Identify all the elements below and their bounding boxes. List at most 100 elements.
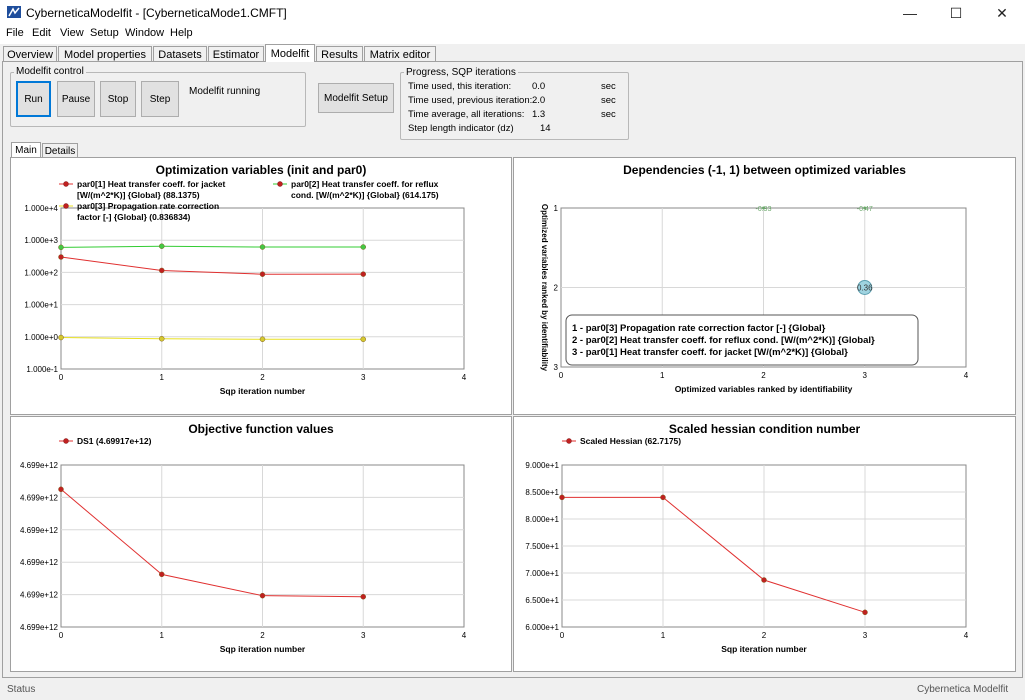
y-tick-label: 1.000e+3 bbox=[24, 236, 58, 245]
legend-entry: DS1 (4.69917e+12) bbox=[77, 436, 152, 446]
data-point bbox=[360, 336, 366, 343]
tab-results[interactable]: Results bbox=[316, 46, 363, 62]
progress-label: Time used, previous iteration: bbox=[408, 95, 533, 106]
dependencies-chart: Dependencies (-1, 1) between optimized v… bbox=[540, 163, 969, 394]
data-point bbox=[360, 271, 366, 277]
y-axis-label: Optimized variables ranked by identifiab… bbox=[540, 204, 549, 372]
x-axis-label: Sqp iteration number bbox=[220, 386, 306, 396]
subtab-details[interactable]: Details bbox=[42, 143, 78, 158]
progress-label: Time average, all iterations: bbox=[408, 109, 525, 120]
x-tick-label: 0 bbox=[59, 631, 64, 640]
legend-entry: 2 - par0[2] Heat transfer coeff. for ref… bbox=[572, 335, 875, 346]
data-point bbox=[360, 244, 366, 250]
menu-setup[interactable]: Setup bbox=[90, 27, 119, 39]
menu-file[interactable]: File bbox=[6, 27, 24, 39]
main-tab-strip: Overview Model properties Datasets Estim… bbox=[0, 44, 1025, 62]
progress-label: Step length indicator (dz) bbox=[408, 123, 514, 134]
dependency-label: -0.47 bbox=[857, 206, 873, 213]
x-tick-label: 3 bbox=[361, 631, 366, 640]
y-tick-label: 4.699e+12 bbox=[20, 526, 59, 535]
legend-entry: 3 - par0[1] Heat transfer coeff. for jac… bbox=[572, 347, 848, 358]
y-tick-label: 1.000e+0 bbox=[24, 333, 58, 342]
subtab-main[interactable]: Main bbox=[11, 142, 41, 157]
tab-matrix-editor[interactable]: Matrix editor bbox=[364, 46, 436, 62]
x-tick-label: 3 bbox=[863, 631, 868, 640]
data-point bbox=[58, 334, 64, 341]
y-tick-label: 8.500e+1 bbox=[525, 488, 559, 497]
menu-edit[interactable]: Edit bbox=[32, 27, 51, 39]
y-tick-label: 1 bbox=[554, 204, 559, 213]
chart-title: Optimization variables (init and par0) bbox=[156, 163, 367, 177]
y-tick-label: 6.500e+1 bbox=[525, 596, 559, 605]
chart-panel-optimization-variables: Optimization variables (init and par0) 0 1… bbox=[10, 157, 512, 415]
y-tick-label: 4.699e+12 bbox=[20, 558, 59, 567]
progress-unit: sec bbox=[601, 109, 616, 120]
chart-panel-dependencies: Dependencies (-1, 1) between optimized v… bbox=[513, 157, 1016, 415]
legend-entry: Scaled Hessian (62.7175) bbox=[580, 436, 681, 446]
x-tick-label: 4 bbox=[462, 373, 467, 382]
legend-marker bbox=[63, 203, 69, 209]
title-bar: CyberneticaModelfit - [CyberneticaMode1.… bbox=[0, 0, 1025, 26]
data-point bbox=[862, 609, 868, 616]
run-button[interactable]: Run bbox=[16, 81, 51, 117]
legend-entry: 1 - par0[3] Propagation rate correction … bbox=[572, 323, 826, 334]
data-point bbox=[259, 244, 266, 250]
y-tick-label: 4.699e+12 bbox=[20, 461, 59, 470]
tab-estimator[interactable]: Estimator bbox=[208, 46, 264, 62]
x-tick-label: 0 bbox=[59, 373, 64, 382]
tab-datasets[interactable]: Datasets bbox=[153, 46, 207, 62]
menu-view[interactable]: View bbox=[60, 27, 84, 39]
pause-button[interactable]: Pause bbox=[57, 81, 95, 117]
dependency-label: -0.93 bbox=[756, 206, 772, 213]
y-tick-label: 3 bbox=[554, 363, 559, 372]
chart-title: Dependencies (-1, 1) between optimized v… bbox=[623, 163, 906, 177]
tab-overview[interactable]: Overview bbox=[3, 46, 57, 62]
data-point bbox=[159, 267, 165, 274]
x-tick-label: 2 bbox=[761, 371, 766, 380]
y-tick-label: 8.000e+1 bbox=[525, 515, 559, 524]
x-tick-label: 1 bbox=[160, 631, 165, 640]
chart-title: Scaled hessian condition number bbox=[669, 422, 861, 436]
stop-button[interactable]: Stop bbox=[100, 81, 136, 117]
y-tick-label: 7.000e+1 bbox=[525, 569, 559, 578]
close-button[interactable]: ✕ bbox=[979, 0, 1025, 26]
menu-window[interactable]: Window bbox=[125, 27, 164, 39]
y-tick-label: 9.000e+1 bbox=[525, 461, 559, 470]
scaled-hessian-chart: Scaled hessian condition number 0 1 2 3 4 6.00… bbox=[525, 422, 969, 654]
maximize-button[interactable]: ☐ bbox=[933, 0, 979, 26]
legend-entry: par0[1] Heat transfer coeff. for jacket[… bbox=[77, 179, 225, 200]
data-point bbox=[259, 271, 266, 277]
x-tick-label: 3 bbox=[863, 371, 868, 380]
menu-help[interactable]: Help bbox=[170, 27, 193, 39]
progress-value: 0.0 bbox=[532, 81, 546, 92]
data-point bbox=[259, 336, 266, 342]
progress-unit: sec bbox=[601, 81, 616, 92]
x-tick-label: 2 bbox=[260, 373, 265, 382]
x-tick-label: 4 bbox=[964, 631, 969, 640]
x-tick-label: 0 bbox=[560, 631, 565, 640]
data-point bbox=[58, 486, 64, 493]
y-tick-label: 6.000e+1 bbox=[525, 623, 559, 632]
y-tick-label: 1.000e+1 bbox=[24, 301, 58, 310]
x-tick-label: 1 bbox=[160, 373, 165, 382]
legend-marker bbox=[277, 181, 283, 187]
step-button[interactable]: Step bbox=[141, 81, 179, 117]
progress-group-label: Progress, SQP iterations bbox=[404, 67, 518, 78]
tab-modelfit[interactable]: Modelfit bbox=[265, 44, 315, 62]
data-point bbox=[159, 335, 165, 342]
modelfit-setup-button[interactable]: Modelfit Setup bbox=[318, 83, 394, 113]
progress-value: 14 bbox=[540, 123, 551, 134]
objective-function-chart: Objective function values 0 1 2 3 4 4.699e+12 4… bbox=[20, 422, 467, 654]
modelfit-control-label: Modelfit control bbox=[14, 66, 86, 77]
data-point bbox=[58, 254, 64, 260]
optimization-variables-chart: Optimization variables (init and par0) 0 1… bbox=[24, 163, 467, 396]
progress-value: 1.3 bbox=[532, 109, 546, 120]
progress-unit: sec bbox=[601, 95, 616, 106]
data-point bbox=[259, 592, 266, 599]
minimize-button[interactable]: — bbox=[887, 0, 933, 26]
progress-value: 2.0 bbox=[532, 95, 546, 106]
y-tick-label: 4.699e+12 bbox=[20, 591, 59, 600]
x-tick-label: 3 bbox=[361, 373, 366, 382]
data-point bbox=[559, 494, 565, 501]
tab-model-properties[interactable]: Model properties bbox=[58, 46, 152, 62]
